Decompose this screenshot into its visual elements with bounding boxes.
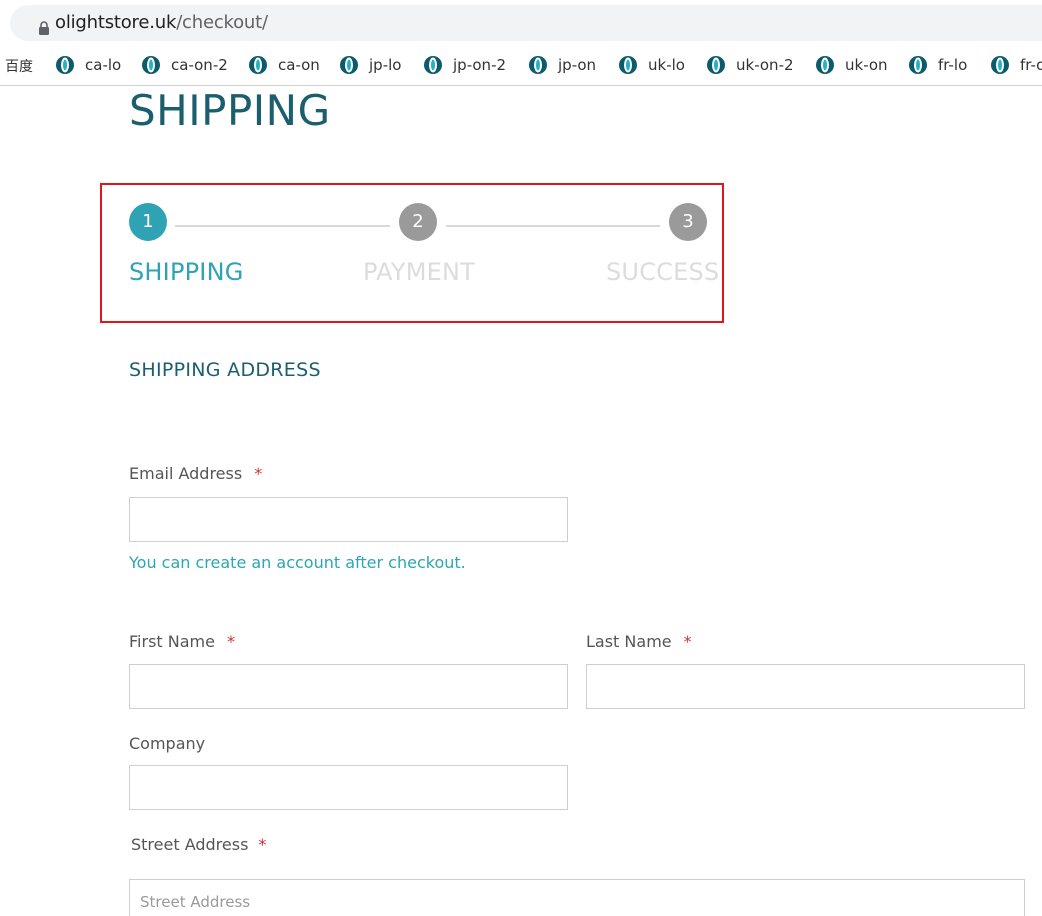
last-name-label: Last Name * — [586, 632, 692, 651]
olight-logo-icon — [619, 56, 637, 74]
olight-logo-icon — [707, 56, 725, 74]
bookmark-label: fr-lo — [938, 56, 968, 74]
olight-logo-icon — [249, 56, 267, 74]
olight-logo-icon — [340, 56, 358, 74]
bookmark-label: jp-lo — [369, 56, 402, 74]
bookmark-item[interactable]: fr-lo — [908, 54, 967, 76]
bookmark-label: fr-o — [1020, 56, 1042, 74]
step-connector — [446, 225, 660, 227]
bookmark-label: uk-on — [845, 56, 888, 74]
olight-logo-icon — [424, 56, 442, 74]
email-label-text: Email Address — [129, 464, 243, 483]
bookmark-label: uk-on-2 — [736, 56, 794, 74]
bookmark-label: jp-on-2 — [453, 56, 507, 74]
olight-logo-icon — [909, 56, 927, 74]
url-text[interactable]: olightstore.uk/checkout/ — [55, 12, 268, 33]
bookmark-item[interactable]: ca-lo — [55, 54, 121, 76]
email-hint: You can create an account after checkout… — [129, 553, 466, 572]
street-address-label: Street Address * — [131, 835, 266, 854]
required-mark: * — [683, 632, 692, 651]
bookmark-label: ca-on — [278, 56, 320, 74]
email-input[interactable] — [129, 497, 568, 542]
street-address-label-text: Street Address — [131, 835, 249, 854]
company-label: Company — [129, 734, 206, 753]
bookmark-label: jp-on — [558, 56, 597, 74]
bookmark-item[interactable]: ca-on — [248, 54, 320, 76]
olight-logo-icon — [529, 56, 547, 74]
url-field[interactable]: olightstore.uk/checkout/ — [10, 5, 1042, 41]
last-name-input[interactable] — [586, 664, 1025, 709]
first-name-label: First Name * — [129, 632, 235, 651]
olight-logo-icon — [142, 56, 160, 74]
bookmark-item[interactable]: fr-o — [990, 54, 1042, 76]
step-connector — [175, 225, 390, 227]
olight-logo-icon — [56, 56, 74, 74]
first-name-label-text: First Name — [129, 632, 215, 651]
step-3-label: SUCCESS — [606, 258, 720, 286]
last-name-label-text: Last Name — [586, 632, 672, 651]
step-2-label: PAYMENT — [363, 258, 476, 286]
required-mark: * — [258, 835, 267, 854]
step-2-circle: 2 — [399, 203, 437, 241]
first-name-input[interactable] — [129, 664, 568, 709]
bookmark-item[interactable]: uk-on — [815, 54, 888, 76]
address-bar: olightstore.uk/checkout/ — [0, 0, 1042, 46]
bookmark-item[interactable]: jp-on — [528, 54, 596, 76]
street-address-input[interactable] — [129, 879, 1025, 916]
bookmarks-bar: 百度 ca-lo ca-on-2 ca-on jp-lo jp-on-2 jp-… — [0, 46, 1042, 86]
bookmark-item[interactable]: jp-lo — [339, 54, 401, 76]
step-3-circle: 3 — [669, 203, 707, 241]
page-title: SHIPPING — [129, 86, 331, 135]
olight-logo-icon — [816, 56, 834, 74]
bookmark-baidu[interactable]: 百度 — [5, 56, 33, 76]
bookmark-label: ca-lo — [85, 56, 122, 74]
lock-icon — [39, 21, 49, 35]
step-1-label: SHIPPING — [129, 258, 244, 286]
section-title: SHIPPING ADDRESS — [129, 359, 321, 381]
bookmark-item[interactable]: uk-lo — [618, 54, 685, 76]
step-1-circle: 1 — [129, 203, 167, 241]
url-path: /checkout/ — [176, 12, 268, 33]
email-label: Email Address * — [129, 464, 262, 483]
bookmark-label: uk-lo — [648, 56, 685, 74]
bookmark-item[interactable]: uk-on-2 — [706, 54, 794, 76]
bookmark-item[interactable]: jp-on-2 — [423, 54, 506, 76]
required-mark: * — [226, 632, 235, 651]
bookmark-label: ca-on-2 — [171, 56, 228, 74]
company-input[interactable] — [129, 765, 568, 810]
olight-logo-icon — [991, 56, 1009, 74]
required-mark: * — [254, 464, 263, 483]
url-host: olightstore.uk — [55, 12, 177, 33]
bookmark-item[interactable]: ca-on-2 — [141, 54, 228, 76]
